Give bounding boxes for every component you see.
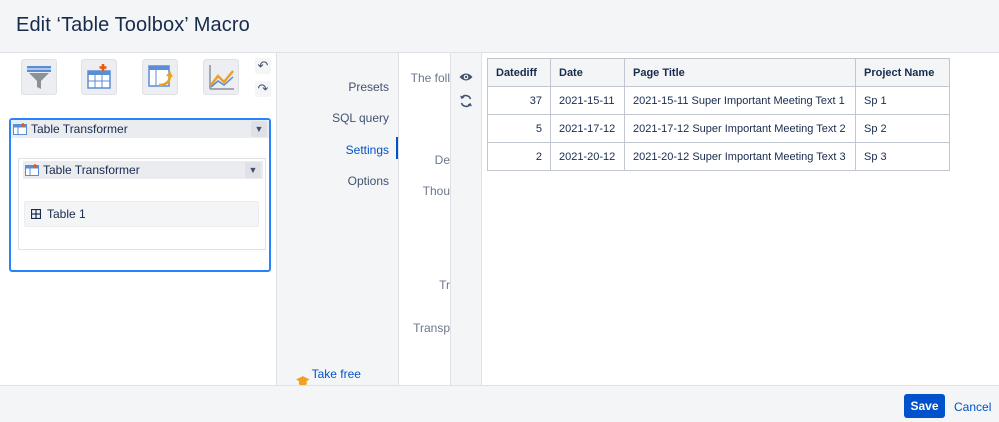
cell-page-title: 2021-20-12 Super Important Meeting Text … bbox=[624, 142, 856, 171]
table-node[interactable]: Table 1 bbox=[24, 201, 259, 227]
child-node-header[interactable]: Table Transformer ▼ bbox=[23, 161, 263, 179]
cell-datediff: 37 bbox=[487, 86, 551, 115]
chevron-down-icon[interactable]: ▼ bbox=[245, 162, 261, 178]
dialog-header: Edit ‘Table Toolbox’ Macro bbox=[0, 0, 999, 53]
settings-text-fragment: Tr bbox=[439, 278, 450, 292]
cell-date: 2021-17-12 bbox=[550, 114, 625, 143]
cell-project-name: Sp 1 bbox=[855, 86, 950, 115]
cancel-button[interactable]: Cancel bbox=[954, 400, 991, 414]
preview-controls bbox=[450, 53, 482, 385]
redo-button[interactable]: ↷ bbox=[255, 81, 271, 97]
macro-tree-panel: ↶ ↷ Table Transformer ▼ Table Transforme… bbox=[0, 53, 277, 385]
column-header-datediff: Datediff bbox=[487, 58, 551, 87]
chart-line-icon bbox=[209, 65, 234, 90]
tool-pivot-button[interactable] bbox=[142, 59, 178, 95]
refresh-button[interactable] bbox=[458, 93, 474, 109]
settings-text-fragment: The foll bbox=[410, 71, 450, 85]
table-grid-icon bbox=[31, 209, 41, 219]
filter-funnel-icon bbox=[27, 66, 51, 89]
table-row: 2 2021-20-12 2021-20-12 Super Important … bbox=[487, 142, 950, 171]
settings-text-fragment: Thou bbox=[422, 184, 450, 198]
redo-icon: ↷ bbox=[257, 81, 269, 96]
table-pivot-icon bbox=[148, 65, 173, 87]
cell-project-name: Sp 3 bbox=[855, 142, 950, 171]
undo-icon: ↶ bbox=[257, 58, 269, 73]
settings-text-fragment: De bbox=[434, 153, 450, 167]
nav-item-options[interactable]: Options bbox=[348, 174, 389, 188]
table-node-label: Table 1 bbox=[47, 207, 86, 221]
cell-date: 2021-15-11 bbox=[550, 86, 625, 115]
nav-item-settings[interactable]: Settings bbox=[346, 143, 389, 157]
cell-page-title: 2021-17-12 Super Important Meeting Text … bbox=[624, 114, 856, 143]
table-transformer-icon bbox=[25, 164, 39, 176]
macro-node-selected[interactable]: Table Transformer ▼ Table Transformer ▼ bbox=[9, 118, 271, 272]
macro-node-label: Table Transformer bbox=[31, 122, 128, 136]
tool-add-table-button[interactable] bbox=[81, 59, 117, 95]
tool-chart-button[interactable] bbox=[203, 59, 239, 95]
preview-panel: Datediff Date Page Title Project Name 37… bbox=[482, 53, 999, 385]
preview-toggle-button[interactable] bbox=[458, 69, 474, 85]
macro-node-header[interactable]: Table Transformer ▼ bbox=[11, 120, 269, 138]
eye-icon bbox=[459, 73, 473, 81]
column-header-date: Date bbox=[550, 58, 625, 87]
refresh-icon bbox=[460, 94, 472, 108]
table-transformer-icon bbox=[13, 123, 27, 135]
settings-content: The foll De Thou Tr Transp bbox=[398, 53, 450, 385]
preview-table: Datediff Date Page Title Project Name 37… bbox=[487, 58, 950, 171]
undo-button[interactable]: ↶ bbox=[255, 58, 271, 74]
column-header-page-title: Page Title bbox=[624, 58, 856, 87]
table-header-row: Datediff Date Page Title Project Name bbox=[487, 58, 950, 87]
table-row: 37 2021-15-11 2021-15-11 Super Important… bbox=[487, 86, 950, 115]
child-node-label: Table Transformer bbox=[43, 163, 140, 177]
dialog-footer: Save Cancel bbox=[0, 385, 999, 422]
nav-item-sql-query[interactable]: SQL query bbox=[332, 111, 389, 125]
tool-filter-button[interactable] bbox=[21, 59, 57, 95]
settings-text-fragment: Transp bbox=[413, 321, 450, 335]
save-button[interactable]: Save bbox=[904, 394, 945, 418]
cell-datediff: 2 bbox=[487, 142, 551, 171]
table-add-icon bbox=[87, 64, 111, 89]
cell-project-name: Sp 2 bbox=[855, 114, 950, 143]
cell-date: 2021-20-12 bbox=[550, 142, 625, 171]
macro-node-child: Table Transformer ▼ Table 1 bbox=[18, 158, 266, 250]
table-row: 5 2021-17-12 2021-17-12 Super Important … bbox=[487, 114, 950, 143]
column-header-project-name: Project Name bbox=[855, 58, 950, 87]
cell-page-title: 2021-15-11 Super Important Meeting Text … bbox=[624, 86, 856, 115]
dialog-title: Edit ‘Table Toolbox’ Macro bbox=[16, 14, 250, 36]
chevron-down-icon[interactable]: ▼ bbox=[251, 121, 267, 137]
settings-nav: Presets SQL query Settings Options Take … bbox=[277, 53, 398, 395]
nav-item-presets[interactable]: Presets bbox=[348, 80, 389, 94]
cell-datediff: 5 bbox=[487, 114, 551, 143]
